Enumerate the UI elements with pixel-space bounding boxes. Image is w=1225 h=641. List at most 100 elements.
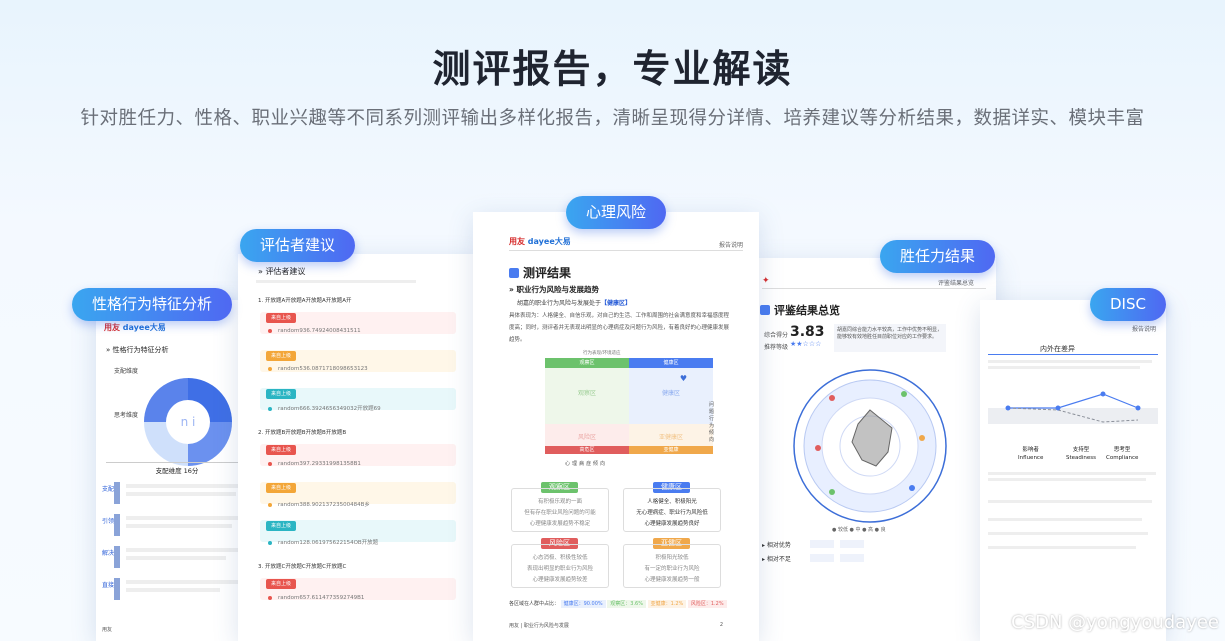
row-marker [114, 546, 120, 568]
suggestion-text: random936.74924008431511 [268, 328, 361, 334]
question-1: 1. 开放题A开放题A开放题A开放题A开 [258, 298, 352, 304]
x-axis-label: 心理病症倾向 [565, 461, 608, 467]
axis-label-2: 支持型 Steadiness [1066, 447, 1097, 461]
score-label: 支配维度 16分 [106, 462, 248, 475]
chip [840, 554, 864, 562]
zone-bar-high-risk: 高危区 [545, 446, 629, 454]
question-3: 3. 开放题C开放题C开放题C开放题C [258, 564, 347, 570]
suggestion-text: random536.0871718098653123 [268, 366, 368, 372]
text-line [988, 546, 1136, 549]
source-tag: 来自上级 [266, 389, 297, 399]
suggestion-text: random128.061975622154OB开放题 [268, 538, 378, 546]
source-tag: 来自上级 [266, 483, 297, 493]
card-footer: 用友 [102, 627, 113, 633]
text-line [126, 548, 248, 552]
divider [988, 354, 1158, 355]
brand-logo: 用友 dayee大易 [509, 237, 571, 246]
chip [810, 554, 834, 562]
page-title: 测评报告，专业解读 [432, 47, 793, 91]
disc-report-card[interactable]: 报告说明 内外在差异 影响者 Influence 支持型 Steadiness 思考… [980, 300, 1166, 641]
label-competency[interactable]: 胜任力结果 [880, 240, 996, 273]
section-heading: 评鉴结果总览 [760, 302, 840, 318]
chip [840, 540, 864, 548]
corner-label: 报告说明 [718, 242, 743, 249]
weakness-label: ▸ 相对不足 [762, 556, 791, 563]
source-tag: 来自上级 [266, 445, 297, 455]
divider [762, 288, 986, 289]
evaluator-report-card[interactable]: » 评估者建议 1. 开放题A开放题A开放题A开放题A开 来自上级 random… [238, 254, 478, 641]
corner-label: 评鉴结果总览 [937, 280, 974, 287]
quadrant-head-tl: 观察区 [545, 358, 629, 368]
card-footer: 用友 | 职业行为风险与发展 [509, 623, 569, 629]
axis-label-1: 影响者 Influence [1018, 447, 1044, 461]
psych-risk-report-card[interactable]: 用友 dayee大易 报告说明 测评结果 » 职业行为风险与发展趋势 胡嘉的职业… [473, 212, 759, 641]
heart-icon: ♥ [679, 374, 687, 383]
section-heading: 内外在差异 [1040, 345, 1075, 353]
text-line [988, 360, 1152, 363]
suggestion-text: random666.3924656349032开放题69 [268, 404, 381, 412]
page-number: 2 [719, 622, 723, 628]
text-line [126, 484, 250, 488]
dominance-label: 支配维度 [114, 368, 139, 375]
text-line [126, 580, 244, 584]
source-tag: 来自上级 [266, 351, 297, 361]
row-marker [114, 482, 120, 504]
text-line [126, 516, 246, 520]
text-line [126, 588, 220, 592]
row-label-2: 引领 [102, 518, 115, 525]
quadrant-observe: 观察区 [545, 368, 629, 424]
chip [810, 540, 834, 548]
text-line [256, 280, 416, 283]
section-heading: » 性格行为特征分析 [106, 346, 169, 354]
zone-bar-subhealth: 亚健康 [629, 446, 713, 454]
source-tag: 来自上级 [266, 579, 297, 589]
label-behavior[interactable]: 性格行为特征分析 [72, 288, 233, 321]
summary-text: 胡嘉同综合能力水平较高，工作中优势不明显，能够较有效地胜任目前职位对应的工作要求… [834, 324, 946, 352]
text-line [126, 556, 226, 560]
row-label-3: 解决 [102, 550, 115, 557]
label-psych-risk[interactable]: 心理风险 [566, 196, 667, 229]
text-line [988, 366, 1140, 369]
text-line [988, 472, 1156, 475]
population-stats: 各区域在人群中占比： 健康区：90.00% 观察区：3.6% 亚健康：1.2% … [509, 598, 727, 610]
section-heading: » 评估者建议 [258, 267, 306, 276]
label-disc[interactable]: DISC [1090, 288, 1166, 321]
watermark: CSDN @yongyoudayee [1011, 612, 1219, 633]
suggestion-text: random397.293319981358B1 [268, 461, 361, 467]
text-line [126, 492, 236, 496]
text-line [988, 500, 1152, 503]
radar-legend: ● 较低 ● 中 ● 高 ● 良 [832, 527, 886, 533]
sub-heading: » 职业行为风险与发展趋势 [509, 285, 599, 294]
axis-label-3: 思考型 Compliance [1106, 447, 1139, 461]
label-evaluator[interactable]: 评估者建议 [240, 229, 356, 262]
personality-wheel: n i [144, 378, 232, 466]
row-label-4: 直接 [102, 582, 115, 589]
section-heading: 测评结果 [509, 264, 571, 281]
page-subtitle: 针对胜任力、性格、职业兴趣等不同系列测评输出多样化报告，清晰呈现得分详情、培养建… [80, 108, 1145, 129]
text-line [988, 478, 1146, 481]
competency-radar [793, 369, 947, 523]
zone-box-risk: 风险区 心态消极、积极性较低 表现出明显的职业行为风险 心理健康发展趋势较差 [511, 538, 609, 588]
brand-logo: ✦ [762, 276, 770, 286]
thinking-label: 思考维度 [114, 412, 139, 419]
row-marker [114, 514, 120, 536]
text-line [988, 518, 1142, 521]
competency-report-card[interactable]: ✦ 评鉴结果总览 评鉴结果总览 综合得分 3.83 推荐等级 ★★☆☆☆ 胡嘉同… [752, 258, 996, 641]
text-line [126, 524, 232, 528]
row-marker [114, 578, 120, 600]
result-line: 胡嘉的职业行为风险与发展处于【健康区】 [517, 300, 632, 307]
svg-text:n i: n i [181, 415, 196, 429]
rating-stars: ★★☆☆☆ [790, 340, 822, 348]
source-tag: 来自上级 [266, 521, 297, 531]
chart-top-label: 行为表现/环境适应 [583, 351, 621, 356]
behavior-report-card[interactable]: 用友 dayee大易 » 性格行为特征分析 支配维度 思考维度 n i 支配维度… [96, 300, 256, 641]
divider [509, 250, 743, 251]
disc-line-chart [988, 391, 1158, 424]
quadrant-healthy: 健康区 ♥ [629, 368, 713, 424]
zone-box-observe: 观察区 有积极乐观的一面 但有存在职业风险问题的可能 心理健康发展趋势不稳定 [511, 482, 609, 532]
strength-label: ▸ 相对优势 [762, 542, 791, 549]
score-value: 3.83 [790, 324, 825, 340]
y-axis-label: 问题行为倾向 [709, 402, 715, 443]
score-label: 综合得分 [764, 332, 789, 339]
row-label-1: 支配 [102, 486, 115, 493]
